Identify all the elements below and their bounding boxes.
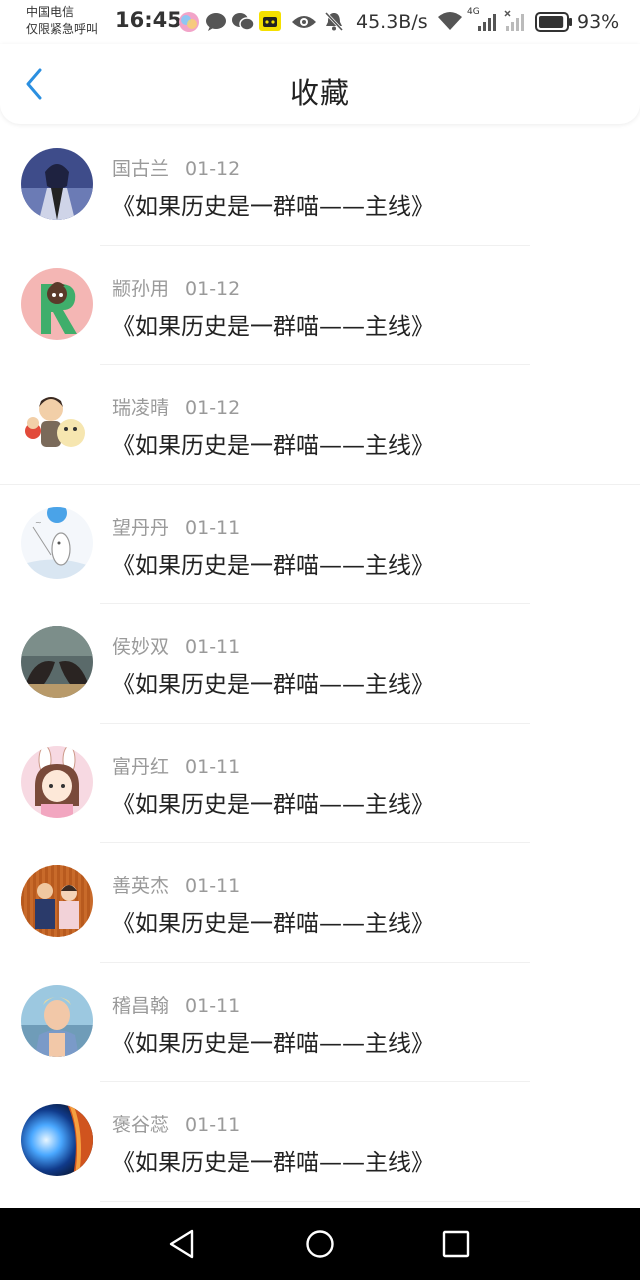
item-meta: 善英杰 01-11	[112, 871, 240, 898]
user-name: 瑞凌晴	[112, 397, 170, 419]
wifi-icon	[438, 12, 462, 30]
list-item[interactable]: 瑞凌晴 01-12 《如果历史是一群喵——主线》	[0, 365, 640, 485]
list-item[interactable]: 稽昌翰 01-11 《如果历史是一群喵——主线》	[0, 963, 640, 1082]
item-meta: 望丹丹 01-11	[112, 513, 240, 540]
avatar	[21, 865, 93, 937]
list-item[interactable]: 富丹红 01-11 《如果历史是一群喵——主线》	[0, 724, 640, 843]
user-name: 善英杰	[112, 875, 170, 897]
user-name: 望丹丹	[112, 516, 170, 539]
list-item[interactable]: 侯妙双 01-11 《如果历史是一群喵——主线》	[0, 604, 640, 724]
emergency-only-label: 仅限紧急呼叫	[26, 22, 99, 36]
eye-icon	[292, 16, 316, 28]
list-item[interactable]: 褒谷蕊 01-11 《如果历史是一群喵——主线》	[0, 1082, 640, 1202]
book-title: 《如果历史是一群喵——主线》	[112, 791, 434, 818]
no-signal-icon	[504, 10, 524, 31]
carrier-info: 中国电信 仅限紧急呼叫	[26, 4, 98, 38]
header: 收藏	[0, 44, 640, 124]
battery-icon	[535, 12, 572, 32]
item-meta: 颛孙用 01-12	[112, 274, 240, 301]
mute-bell-icon	[324, 11, 344, 32]
user-name: 颛孙用	[112, 277, 170, 300]
svg-text:~: ~	[35, 518, 42, 527]
item-date: 01-12	[185, 397, 241, 419]
carrier-name: 中国电信	[26, 5, 75, 19]
avatar	[21, 148, 93, 220]
recents-square-icon[interactable]	[440, 1228, 472, 1260]
home-circle-icon[interactable]	[304, 1228, 336, 1260]
list-item[interactable]: 颛孙用 01-12 《如果历史是一群喵——主线》	[0, 246, 640, 365]
item-meta: 富丹红 01-11	[112, 752, 240, 779]
message-icon	[206, 13, 226, 31]
user-name: 国古兰	[112, 158, 170, 180]
book-title: 《如果历史是一群喵——主线》	[112, 911, 434, 937]
item-date: 01-12	[185, 277, 241, 300]
favorites-list: 国古兰 01-12 《如果历史是一群喵——主线》 颛孙用 01-12 《如果历史是一…	[0, 126, 640, 1202]
avatar	[21, 267, 93, 340]
user-name: 稽昌翰	[112, 994, 170, 1017]
user-name: 侯妙双	[112, 636, 170, 658]
item-date: 01-11	[185, 516, 241, 539]
book-title: 《如果历史是一群喵——主线》	[112, 194, 434, 220]
user-name: 褒谷蕊	[112, 1114, 170, 1136]
app-notification-icon	[179, 12, 199, 32]
item-date: 01-11	[185, 636, 241, 658]
book-title: 《如果历史是一群喵——主线》	[112, 433, 434, 459]
battery-percentage: 93%	[577, 11, 620, 33]
book-title: 《如果历史是一群喵——主线》	[112, 1030, 434, 1057]
video-app-icon	[259, 11, 281, 31]
page-title: 收藏	[289, 76, 350, 110]
list-item[interactable]: 国古兰 01-12 《如果历史是一群喵——主线》	[0, 126, 640, 246]
navigation-bar	[0, 1208, 640, 1280]
list-item[interactable]: ~ 望丹丹 01-11 《如果历史是一群喵——主线》	[0, 485, 640, 604]
avatar	[21, 387, 93, 459]
list-item[interactable]: 善英杰 01-11 《如果历史是一群喵——主线》	[0, 843, 640, 963]
status-bar: 中国电信 仅限紧急呼叫 16:45 45.3B/s 4G 93%	[0, 0, 640, 44]
item-date: 01-11	[185, 755, 241, 778]
item-date: 01-11	[185, 875, 241, 897]
network-speed: 45.3B/s	[356, 11, 428, 33]
avatar	[21, 984, 93, 1057]
item-date: 01-11	[185, 1114, 241, 1136]
back-triangle-icon[interactable]	[166, 1228, 198, 1260]
item-date: 01-11	[185, 994, 241, 1017]
item-meta: 褒谷蕊 01-11	[112, 1110, 240, 1137]
avatar	[21, 745, 93, 818]
book-title: 《如果历史是一群喵——主线》	[112, 672, 434, 698]
item-meta: 瑞凌晴 01-12	[112, 393, 240, 420]
clock: 16:45	[115, 8, 182, 32]
item-meta: 国古兰 01-12	[112, 154, 240, 181]
book-title: 《如果历史是一群喵——主线》	[112, 1150, 434, 1176]
avatar	[21, 626, 93, 698]
item-meta: 稽昌翰 01-11	[112, 991, 240, 1018]
divider	[100, 1200, 530, 1202]
item-date: 01-12	[185, 158, 241, 180]
avatar: ~	[21, 506, 93, 579]
screen: 中国电信 仅限紧急呼叫 16:45 45.3B/s 4G 93% 收藏 国古兰 …	[0, 0, 640, 1280]
book-title: 《如果历史是一群喵——主线》	[112, 313, 434, 340]
cell-signal-icon	[478, 14, 496, 31]
avatar	[21, 1104, 93, 1176]
item-meta: 侯妙双 01-11	[112, 632, 240, 659]
wechat-icon	[232, 13, 255, 31]
book-title: 《如果历史是一群喵——主线》	[112, 552, 434, 579]
user-name: 富丹红	[112, 755, 170, 778]
